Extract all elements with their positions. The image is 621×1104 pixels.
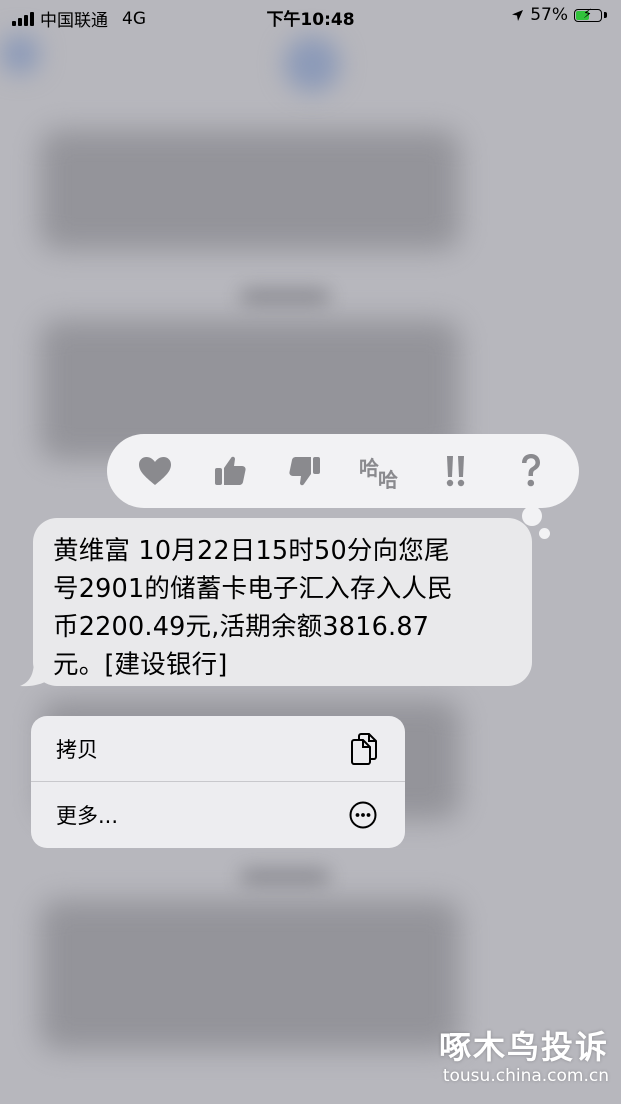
context-menu: 拷贝 更多... — [31, 716, 405, 848]
reaction-bar-tail — [522, 506, 542, 526]
thumbs-down-reaction[interactable] — [281, 447, 329, 495]
blurred-timestamp — [240, 870, 330, 884]
blurred-back-button — [0, 34, 40, 74]
battery-percent: 57% — [530, 5, 568, 25]
reaction-bar: 哈 哈 — [107, 434, 579, 508]
reaction-bar-tail-dot — [539, 528, 550, 539]
blurred-message — [40, 130, 460, 250]
location-arrow-icon — [512, 9, 524, 21]
sms-message-bubble[interactable]: 黄维富 10月22日15时50分向您尾 号2901的储蓄卡电子汇入存入人民 币2… — [33, 518, 532, 686]
copy-menu-item[interactable]: 拷贝 — [31, 716, 405, 781]
svg-text:哈: 哈 — [378, 468, 398, 489]
watermark-url: tousu.china.com.cn — [442, 1066, 609, 1086]
heart-icon — [138, 457, 171, 485]
battery-cap — [604, 12, 607, 18]
battery-icon: ⚡ — [574, 7, 602, 22]
question-icon — [522, 454, 541, 487]
message-line: 元。[建设银行] — [53, 650, 228, 680]
status-bar: 中国联通 4G 下午10:48 57% ⚡ — [0, 0, 621, 32]
message-line: 币2200.49元,活期余额3816.87 — [53, 612, 430, 642]
heart-reaction[interactable] — [131, 447, 179, 495]
question-reaction[interactable] — [507, 447, 555, 495]
more-label: 更多... — [56, 803, 119, 828]
blurred-avatar — [284, 36, 340, 92]
message-line: 黄维富 10月22日15时50分向您尾 — [53, 536, 450, 566]
haha-reaction[interactable]: 哈 哈 — [357, 447, 405, 495]
copy-label: 拷贝 — [56, 737, 98, 762]
status-right: 57% ⚡ — [511, 5, 607, 25]
haha-icon: 哈 哈 — [359, 456, 398, 489]
svg-text:哈: 哈 — [359, 456, 379, 480]
exclamation-reaction[interactable] — [432, 447, 480, 495]
message-line: 号2901的储蓄卡电子汇入存入人民 — [53, 574, 453, 604]
thumbs-up-icon — [214, 456, 246, 485]
more-menu-item[interactable]: 更多... — [31, 782, 405, 847]
ellipsis-circle-icon — [349, 801, 377, 828]
thumbs-up-reaction[interactable] — [206, 447, 254, 495]
copy-icon — [351, 732, 377, 765]
watermark-title: 啄木鸟投诉 — [438, 1028, 609, 1066]
blurred-message — [40, 900, 460, 1050]
blurred-timestamp — [240, 290, 330, 304]
exclamation-icon — [446, 456, 465, 487]
thumbs-down-icon — [289, 457, 321, 486]
